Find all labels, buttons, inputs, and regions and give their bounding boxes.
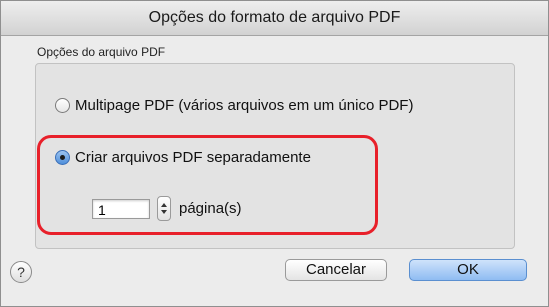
dialog-title: Opções do formato de arquivo PDF <box>148 9 401 26</box>
radio-button-multipage[interactable] <box>55 98 70 113</box>
ok-button[interactable]: OK <box>409 259 527 281</box>
radio-option-multipage[interactable]: Multipage PDF (vários arquivos em um úni… <box>55 97 413 114</box>
group-label: Opções do arquivo PDF <box>37 45 166 59</box>
radio-label-multipage: Multipage PDF (vários arquivos em um úni… <box>75 97 414 114</box>
highlight-annotation <box>37 135 378 235</box>
help-button[interactable]: ? <box>10 261 32 283</box>
title-bar[interactable]: Opções do formato de arquivo PDF <box>1 1 548 36</box>
cancel-button[interactable]: Cancelar <box>285 259 387 281</box>
pdf-options-dialog: Opções do formato de arquivo PDF Opções … <box>0 0 549 307</box>
